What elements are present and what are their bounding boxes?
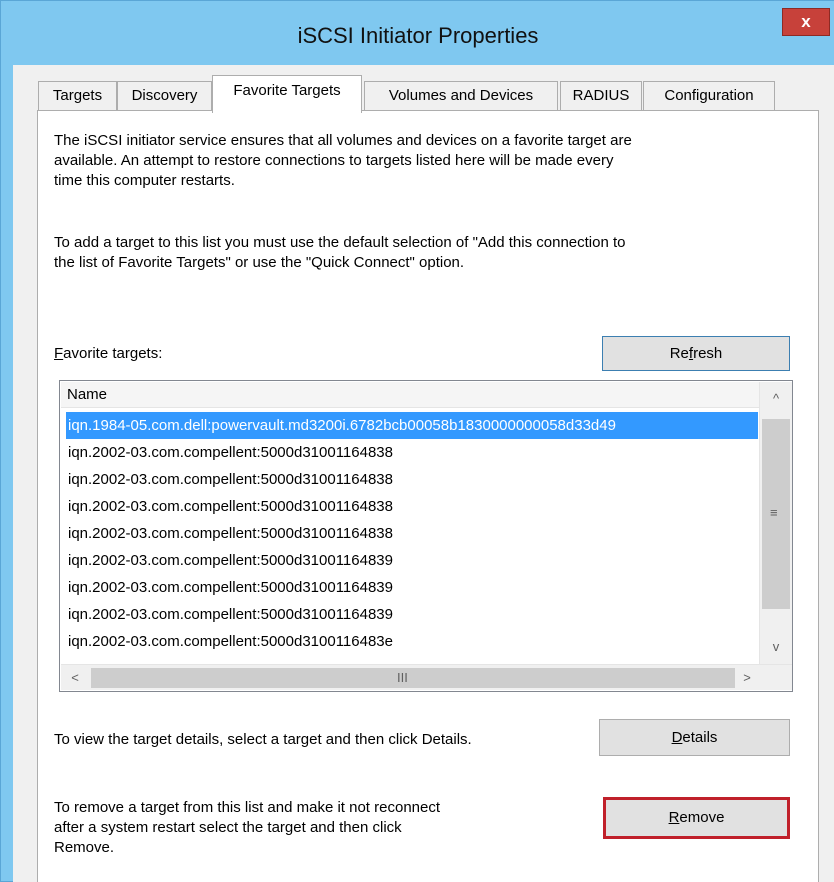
intro-line: available. An attempt to restore connect… (54, 152, 614, 169)
mnemonic: F (54, 345, 64, 362)
horizontal-scroll-thumb[interactable]: III (91, 668, 735, 688)
remove-line: after a system restart select the target… (54, 819, 402, 836)
list-item[interactable]: iqn.2002-03.com.compellent:5000d31001164… (66, 574, 758, 601)
grip-icon: ≡ (770, 505, 778, 520)
list-item[interactable]: iqn.2002-03.com.compellent:5000d31001164… (66, 439, 758, 466)
dialog-window: iSCSI Initiator Properties x Targets Dis… (0, 0, 834, 882)
tab-radius[interactable]: RADIUS (560, 81, 642, 111)
remove-line: Remove. (54, 839, 115, 856)
intro-text: The iSCSI initiator service ensures that… (54, 131, 632, 191)
details-text: To view the target details, select a tar… (54, 731, 472, 748)
favorite-targets-label: Favorite targets: (54, 344, 162, 364)
vertical-scrollbar[interactable]: ^ ≡ v (759, 382, 792, 664)
list-item[interactable]: iqn.2002-03.com.compellent:5000d31001164… (66, 628, 758, 655)
add-info-line: the list of Favorite Targets" or use the… (54, 254, 465, 271)
vertical-scroll-thumb[interactable]: ≡ (762, 419, 790, 609)
mnemonic: R (668, 809, 680, 826)
title-bar[interactable]: iSCSI Initiator Properties x (1, 1, 834, 75)
column-header-label: Name (67, 386, 108, 403)
button-text: etails (682, 729, 718, 746)
label-text: avorite targets: (63, 345, 163, 362)
column-header-name[interactable]: Name (61, 382, 759, 408)
details-button[interactable]: Details (599, 719, 790, 756)
add-info-line: To add a target to this list you must us… (54, 234, 626, 251)
scroll-left-icon[interactable]: < (61, 665, 89, 691)
button-text: emove (679, 809, 725, 826)
list-item[interactable]: iqn.2002-03.com.compellent:5000d31001164… (66, 547, 758, 574)
scroll-down-icon[interactable]: v (762, 634, 790, 660)
list-item[interactable]: iqn.1984-05.com.dell:powervault.md3200i.… (66, 412, 758, 439)
tab-label: Discovery (131, 87, 198, 104)
button-text: Re (669, 345, 689, 362)
scroll-right-icon[interactable]: > (733, 665, 761, 691)
horizontal-scrollbar[interactable]: < III > (61, 664, 792, 690)
button-text: resh (693, 345, 723, 362)
close-button[interactable]: x (782, 8, 830, 36)
intro-line: time this computer restarts. (54, 172, 235, 189)
remove-text: To remove a target from this list and ma… (54, 798, 440, 858)
refresh-button[interactable]: Refresh (602, 336, 790, 371)
list-item[interactable]: iqn.2002-03.com.compellent:5000d31001164… (66, 493, 758, 520)
favorite-targets-list[interactable]: Name iqn.1984-05.com.dell:powervault.md3… (59, 380, 793, 692)
tab-label: RADIUS (572, 87, 630, 104)
remove-line: To remove a target from this list and ma… (54, 799, 441, 816)
tab-label: Configuration (664, 87, 754, 104)
mnemonic: D (671, 729, 683, 746)
list-item[interactable]: iqn.2002-03.com.compellent:5000d31001164… (66, 601, 758, 628)
scroll-up-icon[interactable]: ^ (762, 386, 790, 412)
tab-targets[interactable]: Targets (38, 81, 117, 111)
tab-discovery[interactable]: Discovery (117, 81, 212, 111)
tab-volumes-and-devices[interactable]: Volumes and Devices (364, 81, 558, 111)
remove-button[interactable]: Remove (603, 797, 790, 839)
tab-label: Volumes and Devices (388, 87, 534, 104)
tab-configuration[interactable]: Configuration (643, 81, 775, 111)
list-item[interactable]: iqn.2002-03.com.compellent:5000d31001164… (66, 466, 758, 493)
tab-label: Favorite Targets (233, 82, 341, 99)
tab-label: Targets (52, 87, 103, 104)
close-icon: x (801, 12, 811, 31)
add-info-text: To add a target to this list you must us… (54, 233, 626, 273)
grip-icon: III (397, 670, 408, 685)
tab-favorite-targets[interactable]: Favorite Targets (212, 75, 362, 113)
list-item[interactable]: iqn.2002-03.com.compellent:5000d31001164… (66, 520, 758, 547)
window-title: iSCSI Initiator Properties (297, 23, 539, 48)
intro-line: The iSCSI initiator service ensures that… (54, 132, 632, 149)
